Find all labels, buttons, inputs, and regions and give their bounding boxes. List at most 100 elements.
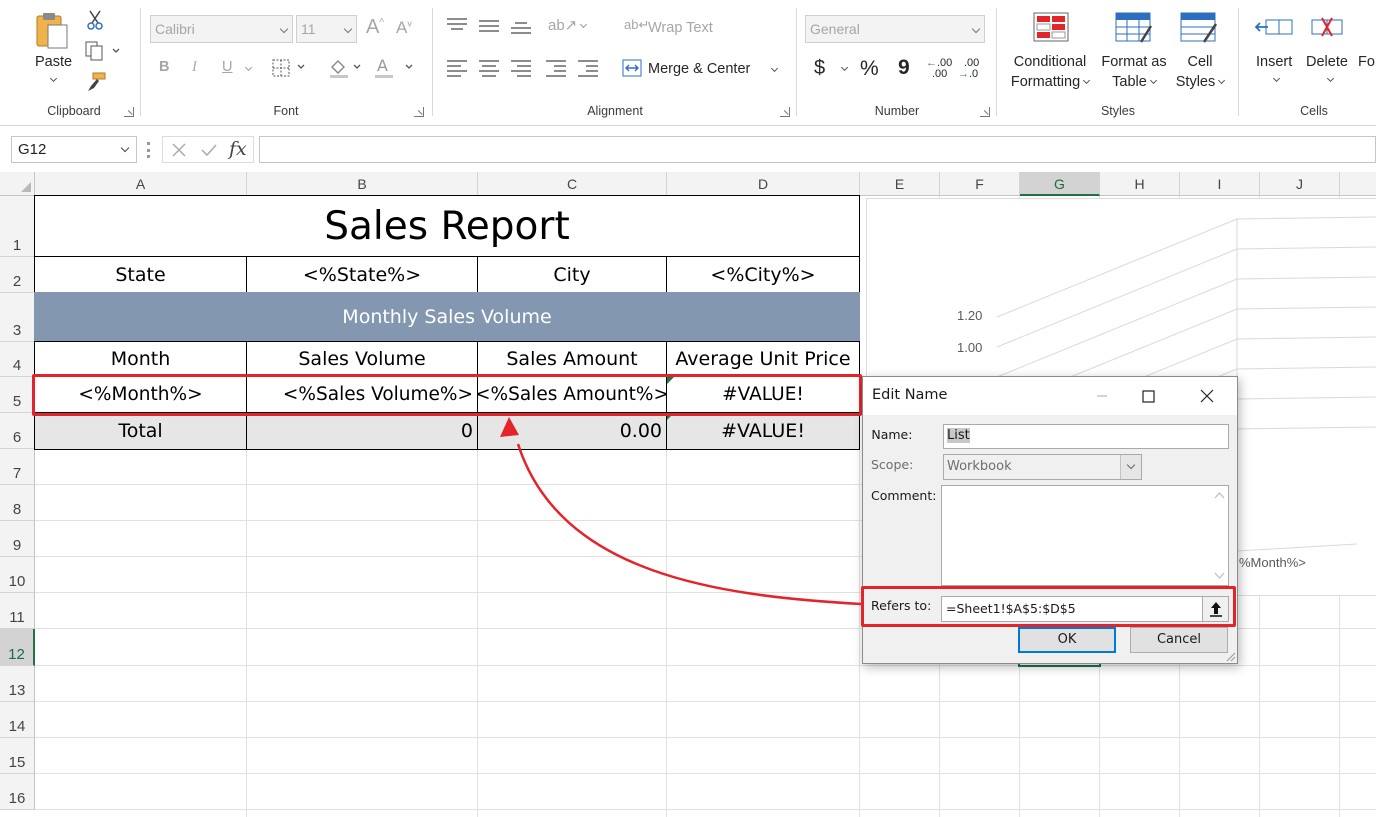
row-header-10[interactable]: 10 bbox=[0, 557, 35, 593]
row-header-15[interactable]: 15 bbox=[0, 738, 35, 774]
paste-icon[interactable] bbox=[34, 10, 70, 50]
underline-button[interactable]: U bbox=[222, 59, 232, 75]
header-sales-volume-cell[interactable]: Sales Volume bbox=[246, 341, 478, 377]
city-label-cell[interactable]: City bbox=[477, 256, 667, 293]
align-right-icon[interactable] bbox=[511, 60, 531, 77]
row-header-4[interactable]: 4 bbox=[0, 342, 35, 377]
close-button[interactable] bbox=[1184, 383, 1230, 409]
monthly-sales-band[interactable]: Monthly Sales Volume bbox=[34, 292, 860, 342]
format-painter-icon[interactable] bbox=[85, 72, 107, 92]
ok-button[interactable]: OK bbox=[1018, 627, 1116, 653]
conditional-formatting-button[interactable]: Conditional Formatting bbox=[1007, 52, 1093, 92]
row-header-1[interactable]: 1 bbox=[0, 196, 35, 257]
row-header-11[interactable]: 11 bbox=[0, 593, 35, 629]
resize-grip-icon[interactable] bbox=[1224, 650, 1236, 662]
decrease-decimal-button[interactable]: .00 →.0 bbox=[958, 58, 979, 80]
formula-bar-grip[interactable] bbox=[147, 142, 150, 158]
wrap-text-icon[interactable]: ab↵ bbox=[624, 17, 649, 33]
state-value-cell[interactable]: <%State%> bbox=[246, 256, 478, 293]
font-color-icon[interactable]: A bbox=[374, 57, 418, 79]
fill-color-icon[interactable] bbox=[328, 57, 362, 79]
number-format-combo[interactable]: General bbox=[805, 15, 985, 43]
decrease-font-icon[interactable]: Av bbox=[396, 18, 412, 38]
row-header-12[interactable]: 12 bbox=[0, 629, 35, 666]
row-header-8[interactable]: 8 bbox=[0, 485, 35, 521]
column-header-g[interactable]: G bbox=[1020, 172, 1100, 196]
row-header-16[interactable]: 16 bbox=[0, 774, 35, 810]
alignment-dialog-launcher[interactable] bbox=[780, 107, 790, 117]
align-center-icon[interactable] bbox=[479, 60, 499, 77]
minimize-button[interactable] bbox=[1079, 383, 1125, 409]
dialog-titlebar[interactable]: Edit Name bbox=[863, 377, 1237, 415]
state-label-cell[interactable]: State bbox=[34, 256, 247, 293]
confirm-entry-icon[interactable] bbox=[200, 142, 218, 158]
insert-function-button[interactable]: fx bbox=[229, 138, 247, 160]
bold-button[interactable]: B bbox=[159, 59, 169, 75]
format-button[interactable]: Fo bbox=[1358, 54, 1375, 70]
delete-button[interactable]: Delete bbox=[1306, 54, 1348, 70]
copy-icon[interactable] bbox=[85, 41, 121, 61]
name-input[interactable]: List bbox=[943, 424, 1229, 449]
row-header-9[interactable]: 9 bbox=[0, 521, 35, 557]
bottom-align-icon[interactable] bbox=[511, 20, 531, 36]
column-header-i[interactable]: I bbox=[1180, 172, 1260, 196]
report-title-cell[interactable]: Sales Report bbox=[34, 195, 860, 257]
row-header-13[interactable]: 13 bbox=[0, 666, 35, 702]
name-box[interactable]: G12 bbox=[11, 136, 137, 163]
row-header-5[interactable]: 5 bbox=[0, 377, 35, 413]
increase-font-icon[interactable]: A^ bbox=[366, 16, 384, 39]
row-header-7[interactable]: 7 bbox=[0, 449, 35, 485]
cut-icon[interactable] bbox=[86, 10, 104, 30]
city-value-cell[interactable]: <%City%> bbox=[666, 256, 860, 293]
cancel-entry-icon[interactable] bbox=[171, 142, 187, 158]
middle-align-icon[interactable] bbox=[479, 20, 499, 36]
orientation-icon[interactable]: ab↗ bbox=[548, 16, 588, 34]
header-month-cell[interactable]: Month bbox=[34, 341, 247, 377]
top-align-icon[interactable] bbox=[447, 18, 467, 34]
formula-input[interactable] bbox=[259, 136, 1376, 163]
total-label-cell[interactable]: Total bbox=[34, 412, 247, 450]
increase-indent-icon[interactable] bbox=[578, 60, 598, 77]
header-average-unit-price-cell[interactable]: Average Unit Price bbox=[666, 341, 860, 377]
select-all-corner[interactable] bbox=[0, 172, 35, 196]
insert-button[interactable]: Insert bbox=[1256, 54, 1292, 70]
percent-button[interactable]: % bbox=[860, 57, 879, 81]
total-sales-amount-cell[interactable]: 0.00 bbox=[477, 412, 667, 450]
column-header-k[interactable] bbox=[1340, 172, 1376, 196]
cancel-button[interactable]: Cancel bbox=[1130, 627, 1228, 653]
column-header-e[interactable]: E bbox=[860, 172, 940, 196]
row-header-2[interactable]: 2 bbox=[0, 257, 35, 293]
comma-style-button[interactable]: 9 bbox=[898, 56, 910, 80]
column-header-c[interactable]: C bbox=[478, 172, 667, 196]
comment-textarea[interactable] bbox=[941, 485, 1229, 586]
italic-button[interactable]: I bbox=[192, 59, 197, 76]
cell-styles-button[interactable]: Cell Styles bbox=[1172, 52, 1228, 92]
align-left-icon[interactable] bbox=[447, 60, 467, 77]
header-sales-amount-cell[interactable]: Sales Amount bbox=[477, 341, 667, 377]
clipboard-dialog-launcher[interactable] bbox=[124, 107, 134, 117]
currency-button[interactable]: $ bbox=[814, 57, 825, 80]
column-header-a[interactable]: A bbox=[35, 172, 247, 196]
increase-decimal-button[interactable]: ←.00.00 bbox=[926, 58, 952, 80]
column-header-d[interactable]: D bbox=[667, 172, 860, 196]
column-header-j[interactable]: J bbox=[1260, 172, 1340, 196]
font-dialog-launcher[interactable] bbox=[414, 107, 424, 117]
borders-icon[interactable] bbox=[272, 59, 306, 77]
row-header-3[interactable]: 3 bbox=[0, 293, 35, 342]
scroll-up-icon[interactable] bbox=[1211, 489, 1228, 503]
wrap-text-button[interactable]: Wrap Text bbox=[648, 20, 713, 36]
column-header-h[interactable]: H bbox=[1100, 172, 1180, 196]
scroll-down-icon[interactable] bbox=[1211, 568, 1228, 582]
format-as-table-button[interactable]: Format as Table bbox=[1096, 52, 1172, 92]
maximize-button[interactable] bbox=[1125, 383, 1171, 409]
total-sales-volume-cell[interactable]: 0 bbox=[246, 412, 478, 450]
font-name-combo[interactable]: Calibri bbox=[150, 15, 293, 43]
row-header-14[interactable]: 14 bbox=[0, 702, 35, 738]
paste-button[interactable]: Paste bbox=[35, 54, 72, 70]
comment-scrollbar[interactable] bbox=[1211, 486, 1228, 585]
font-size-combo[interactable]: 11 bbox=[296, 15, 357, 43]
column-header-f[interactable]: F bbox=[940, 172, 1020, 196]
row-header-6[interactable]: 6 bbox=[0, 413, 35, 449]
total-average-unit-price-cell[interactable]: #VALUE! bbox=[666, 412, 860, 450]
column-header-b[interactable]: B bbox=[247, 172, 478, 196]
